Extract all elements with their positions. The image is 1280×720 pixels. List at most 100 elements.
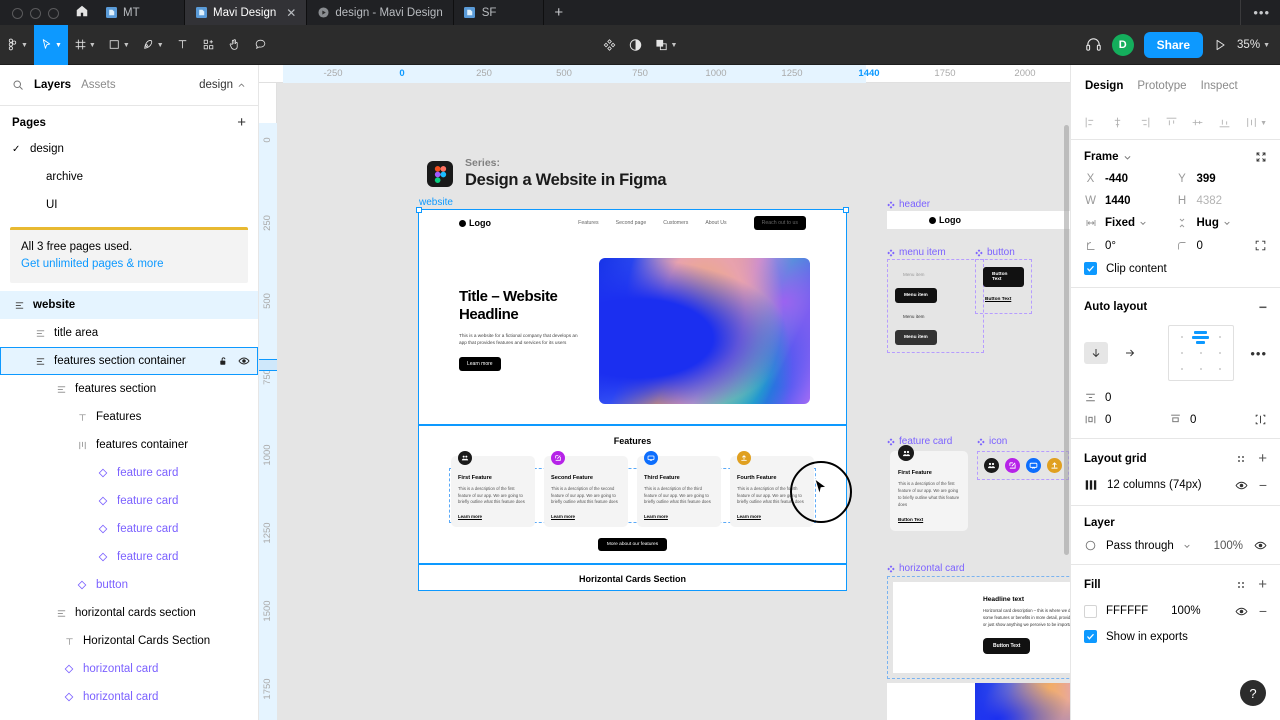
components-icon[interactable]	[597, 25, 623, 65]
remove-auto-layout-button[interactable]: −	[1259, 299, 1267, 315]
auto-layout-alignment-grid[interactable]	[1168, 325, 1234, 381]
grid-cell[interactable]	[1211, 329, 1230, 345]
share-button[interactable]: Share	[1143, 31, 1204, 58]
layer-row-horizontal-card[interactable]: horizontal card	[0, 655, 258, 683]
component-label-icon[interactable]: icon	[977, 436, 1007, 447]
feature-card[interactable]: First Feature This is a description of t…	[451, 451, 535, 528]
component-horizontal-card[interactable]: Headline text Horizontal card descriptio…	[893, 582, 1070, 673]
move-cursor-icon[interactable]: ▼	[33, 24, 68, 65]
selection-handle-tl[interactable]	[416, 207, 422, 213]
eye-icon[interactable]	[1235, 605, 1248, 618]
layer-row-features-section[interactable]: features section	[0, 375, 258, 403]
component-hcard-button[interactable]: Button Text	[983, 637, 1031, 654]
layer-row-features-section-container[interactable]: features section container	[0, 347, 258, 376]
canvas-viewport[interactable]: Series: Design a Website in Figma websit…	[277, 83, 1070, 720]
menu-item-hover[interactable]: Menu item	[895, 309, 932, 324]
component-label-button[interactable]: button	[975, 247, 1015, 258]
tab-prototype[interactable]: Prototype	[1137, 80, 1186, 92]
grid-cell[interactable]	[1211, 361, 1230, 377]
shape-rectangle-icon[interactable]: ▼	[102, 25, 136, 65]
component-horizontal-card-variant[interactable]	[887, 683, 1070, 720]
tab-inspect[interactable]: Inspect	[1201, 80, 1238, 92]
grid-cell-active[interactable]	[1191, 329, 1210, 345]
edit-square-icon[interactable]	[1005, 458, 1020, 473]
file-name-dropdown[interactable]: design	[199, 79, 246, 91]
blend-mode-row[interactable]: Pass through 100%	[1084, 539, 1267, 552]
add-fill-button[interactable]: +	[1258, 576, 1267, 593]
selection-handle-tr[interactable]	[843, 207, 849, 213]
grid-cell[interactable]	[1172, 329, 1191, 345]
corner-radius-field[interactable]: 0	[1176, 240, 1246, 252]
page-item-ui[interactable]: UI	[0, 191, 258, 219]
grid-cell[interactable]	[1172, 361, 1191, 377]
show-in-exports-checkbox[interactable]	[1084, 630, 1097, 643]
padding-horizontal-field[interactable]: 0	[1084, 413, 1169, 426]
component-feature-card[interactable]: First Feature This is a description of t…	[890, 445, 968, 531]
rotation-field[interactable]: 0°	[1084, 240, 1176, 252]
collapse-icon[interactable]	[1255, 151, 1267, 163]
site-cta-button[interactable]: Reach out to us	[753, 216, 806, 230]
align-right-icon[interactable]	[1138, 116, 1151, 129]
browser-tab-1[interactable]: Mavi Design ✕	[185, 0, 308, 25]
close-window-button[interactable]	[12, 8, 23, 19]
grid-cell[interactable]	[1191, 361, 1210, 377]
layer-row-horizontal-card[interactable]: horizontal card	[0, 683, 258, 711]
align-bottom-icon[interactable]	[1218, 116, 1231, 129]
play-present-icon[interactable]	[1213, 38, 1227, 52]
figma-menu-icon[interactable]: ▼	[0, 25, 34, 65]
x-field[interactable]: X -440	[1084, 173, 1176, 185]
horizontal-resizing[interactable]: Fixed	[1084, 217, 1176, 229]
chat-icon[interactable]	[1026, 458, 1041, 473]
layer-row-feature-card[interactable]: feature card	[0, 543, 258, 571]
align-horizontal-center-icon[interactable]	[1111, 116, 1124, 129]
unlock-icon[interactable]	[218, 356, 229, 367]
feature-card-link[interactable]: Learn more	[737, 514, 807, 519]
gap-field[interactable]: 0	[1084, 391, 1176, 404]
avatar[interactable]: D	[1111, 33, 1134, 56]
component-button-set[interactable]: Button Text Button Text	[975, 259, 1032, 314]
text-icon[interactable]	[170, 25, 196, 65]
component-horizontal-card-frame[interactable]: Headline text Horizontal card descriptio…	[887, 576, 1070, 679]
menu-item-pressed[interactable]: Menu item	[895, 330, 937, 345]
minimize-window-button[interactable]	[30, 8, 41, 19]
style-icon[interactable]	[1235, 453, 1247, 465]
clip-content-row[interactable]: Clip content	[1084, 262, 1267, 275]
show-in-exports-row[interactable]: Show in exports	[1084, 630, 1267, 643]
nav-item[interactable]: Second page	[616, 220, 647, 226]
actions-icon[interactable]: ▼	[649, 25, 684, 65]
hero-learn-more-button[interactable]: Learn more	[459, 356, 501, 371]
upload-icon[interactable]	[1047, 458, 1062, 473]
hand-icon[interactable]	[222, 25, 248, 65]
opacity-value[interactable]: 100%	[1214, 540, 1243, 552]
layer-row-feature-card[interactable]: feature card	[0, 487, 258, 515]
menu-item-active[interactable]: Menu item	[895, 288, 937, 303]
layer-tree[interactable]: website title area features section cont…	[0, 287, 258, 720]
search-icon[interactable]	[12, 79, 24, 91]
grid-cell[interactable]	[1172, 345, 1191, 361]
canvas-vertical-scrollbar[interactable]	[1064, 125, 1069, 555]
button-primary[interactable]: Button Text	[983, 267, 1024, 287]
page-item-archive[interactable]: archive	[0, 163, 258, 191]
remove-layout-grid-button[interactable]: −	[1259, 477, 1267, 493]
y-field[interactable]: Y 399	[1176, 173, 1268, 185]
features-section[interactable]: Features First Feature This is a descrip…	[419, 424, 846, 552]
comment-icon[interactable]	[248, 25, 274, 65]
feature-card[interactable]: Second Feature This is a description of …	[544, 451, 628, 528]
component-menu-item-set[interactable]: Menu item Menu item Menu item Menu item	[887, 259, 984, 353]
more-options-icon[interactable]: •••	[1250, 346, 1267, 361]
nav-item[interactable]: Customers	[663, 220, 688, 226]
component-header[interactable]: Logo	[887, 211, 1070, 229]
headphones-icon[interactable]	[1085, 36, 1102, 53]
padding-vertical-field[interactable]: 0	[1169, 413, 1254, 426]
feature-card-link[interactable]: Learn more	[458, 514, 528, 519]
layout-grid-row[interactable]: 12 columns (74px) −	[1084, 477, 1267, 493]
pen-icon[interactable]: ▼	[136, 25, 170, 65]
feature-card-link[interactable]: Learn more	[551, 514, 621, 519]
align-vertical-center-icon[interactable]	[1191, 116, 1204, 129]
component-icon-set[interactable]	[977, 451, 1069, 480]
maximize-window-button[interactable]	[48, 8, 59, 19]
upsell-link[interactable]: Get unlimited pages & more	[21, 256, 237, 273]
canvas-area[interactable]: -250 0 250 500 750 1000 1250 1440 1750 2…	[259, 65, 1070, 720]
width-field[interactable]: W 1440	[1084, 195, 1176, 207]
layer-row-horizontal-cards-text[interactable]: Horizontal Cards Section	[0, 627, 258, 655]
